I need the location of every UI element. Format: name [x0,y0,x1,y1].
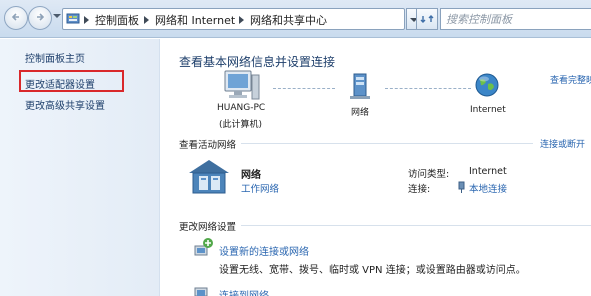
computer-sub-label: (此计算机) [219,120,263,130]
map-link-line [385,88,471,89]
control-panel-home-link[interactable]: 控制面板主页 [25,50,85,65]
section-divider [241,143,533,144]
access-type-label: 访问类型: [408,169,450,180]
network-type-link[interactable]: 工作网络 [241,181,279,195]
page-title: 查看基本网络信息并设置连接 [179,55,336,69]
computer-name-label: HUANG-PC [217,103,266,113]
connect-to-network-link[interactable]: 连接到网络 [219,287,269,296]
refresh-icon [420,15,434,23]
setup-new-connection-link[interactable]: 设置新的连接或网络 [219,243,309,258]
breadcrumb-network-internet[interactable]: 网络和 Internet [155,12,235,28]
new-connection-icon [194,238,213,256]
refresh-button[interactable] [416,8,438,30]
setup-new-connection-desc: 设置无线、宽带、拨号、临时或 VPN 连接；或设置路由器或访问点。 [219,265,526,276]
search-input[interactable] [440,8,591,30]
breadcrumb-sharing-center[interactable]: 网络和共享中心 [250,12,327,28]
history-dropdown-icon[interactable] [53,14,61,18]
active-networks-title: 查看活动网络 [179,140,237,151]
change-advanced-sharing-link[interactable]: 更改高级共享设置 [25,97,105,112]
local-connection-link[interactable]: 本地连接 [469,181,507,195]
house-network-icon [189,160,229,194]
access-type-value: Internet [469,166,507,177]
forward-arrow-icon [37,13,45,21]
connections-label: 连接: [408,184,431,195]
address-field[interactable]: 控制面板 网络和 Internet 网络和共享中心 [62,8,405,30]
network-map-label: 网络 [351,108,370,118]
network-name: 网络 [241,170,261,181]
computer-icon [224,70,260,100]
map-link-line [273,88,335,89]
section-divider [241,225,591,226]
breadcrumb-control-panel[interactable]: 控制面板 [95,12,139,28]
back-arrow-icon [11,13,19,21]
main-content: 查看基本网络信息并设置连接 查看完整映 HUANG-PC (此计算机) 网络 I… [161,39,591,296]
connect-network-icon [194,287,208,296]
highlight-box [19,70,124,92]
breadcrumb-separator[interactable] [144,16,149,24]
control-panel-icon [66,13,80,24]
network-icon [350,73,370,99]
address-toolbar: 控制面板 网络和 Internet 网络和共享中心 [0,0,591,38]
view-full-map-link[interactable]: 查看完整映 [550,73,591,86]
internet-globe-icon [475,73,499,97]
breadcrumb-separator[interactable] [239,16,244,24]
forward-button[interactable] [28,6,52,30]
breadcrumb-separator[interactable] [84,16,89,24]
connect-disconnect-link[interactable]: 连接或断开 [540,137,585,150]
internet-map-label: Internet [470,105,506,115]
back-button[interactable] [4,6,28,30]
change-settings-title: 更改网络设置 [179,222,237,233]
local-connection-icon [458,181,465,193]
